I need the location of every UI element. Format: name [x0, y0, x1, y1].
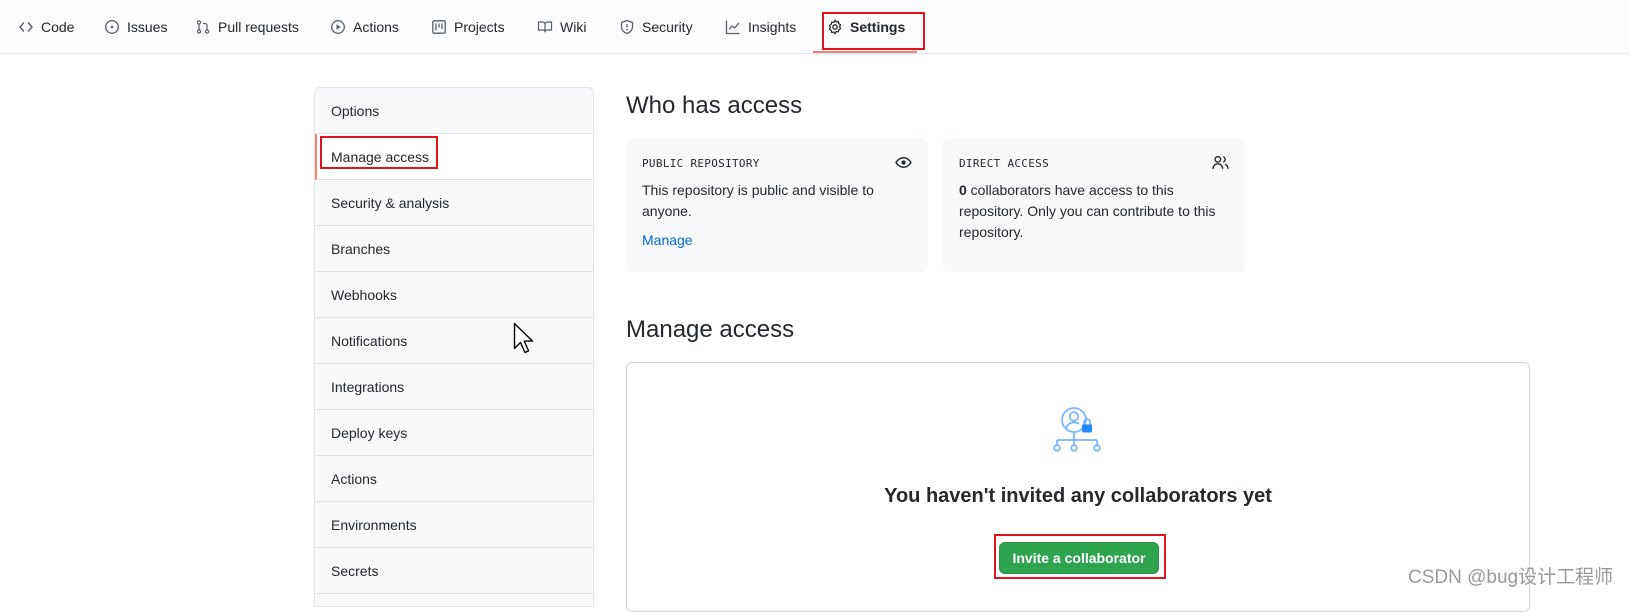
card-text-body: collaborators have access to this reposi…	[959, 182, 1216, 240]
tab-settings[interactable]: Settings	[827, 0, 905, 54]
tab-label: Issues	[127, 19, 168, 35]
card-header: PUBLIC REPOSITORY	[642, 157, 760, 170]
collaborator-count: 0	[959, 182, 967, 198]
tab-label: Actions	[353, 19, 399, 35]
code-icon	[19, 22, 33, 32]
menu-item-actions[interactable]: Actions	[315, 456, 593, 502]
invite-collaborator-button[interactable]: Invite a collaborator	[999, 542, 1159, 574]
menu-item-deploy-keys[interactable]: Deploy keys	[315, 410, 593, 456]
manage-access-heading: Manage access	[626, 316, 795, 343]
settings-menu: Options Manage access Security & analysi…	[314, 87, 594, 607]
book-icon	[537, 21, 553, 33]
card-header: DIRECT ACCESS	[959, 157, 1049, 170]
tab-issues[interactable]: Issues	[104, 0, 167, 54]
gear-icon	[828, 19, 842, 35]
menu-item-branches[interactable]: Branches	[315, 226, 593, 272]
selected-tab-underline	[813, 51, 917, 53]
menu-item-notifications[interactable]: Notifications	[315, 318, 593, 364]
menu-item-webhooks[interactable]: Webhooks	[315, 272, 593, 318]
menu-item-options[interactable]: Options	[315, 88, 593, 134]
card-text: 0 collaborators have access to this repo…	[959, 180, 1229, 243]
manage-access-box: You haven't invited any collaborators ye…	[626, 362, 1530, 612]
eye-icon	[895, 156, 912, 169]
tab-insights[interactable]: Insights	[725, 0, 796, 54]
shield-icon	[620, 19, 634, 35]
tab-label: Security	[642, 19, 693, 35]
watermark: CSDN @bug设计工程师	[1408, 567, 1614, 588]
menu-item-security-analysis[interactable]: Security & analysis	[315, 180, 593, 226]
issue-icon	[105, 20, 119, 34]
menu-item-secrets[interactable]: Secrets	[315, 548, 593, 594]
menu-item-environments[interactable]: Environments	[315, 502, 593, 548]
tab-wiki[interactable]: Wiki	[537, 0, 586, 54]
project-icon	[432, 20, 446, 34]
tab-label: Insights	[748, 19, 797, 35]
empty-state-title: You haven't invited any collaborators ye…	[884, 485, 1272, 507]
pull-request-icon	[196, 20, 210, 34]
menu-item-integrations[interactable]: Integrations	[315, 364, 593, 410]
manage-link[interactable]: Manage	[642, 232, 912, 248]
tab-label: Projects	[454, 19, 505, 35]
tab-projects[interactable]: Projects	[431, 0, 505, 54]
collaborator-lock-icon	[1053, 407, 1101, 452]
tab-actions[interactable]: Actions	[330, 0, 399, 54]
graph-icon	[725, 20, 740, 35]
tab-code[interactable]: Code	[18, 0, 74, 54]
people-icon	[1212, 155, 1229, 169]
play-icon	[331, 20, 345, 34]
who-has-access-heading: Who has access	[626, 92, 803, 119]
tab-pull-requests[interactable]: Pull requests	[195, 0, 299, 54]
menu-item-manage-access[interactable]: Manage access	[315, 134, 593, 180]
tab-label: Settings	[850, 19, 906, 35]
tab-label: Wiki	[560, 19, 587, 35]
mouse-cursor-icon	[513, 322, 534, 354]
tab-label: Code	[41, 19, 75, 35]
repo-nav: Code Issues Pull requests Actions Projec…	[0, 0, 1629, 54]
public-repository-card: PUBLIC REPOSITORY This repository is pub…	[626, 139, 928, 272]
direct-access-card: DIRECT ACCESS 0 collaborators have acces…	[943, 139, 1245, 272]
tab-security[interactable]: Security	[619, 0, 693, 54]
tab-label: Pull requests	[218, 19, 299, 35]
card-text: This repository is public and visible to…	[642, 182, 874, 219]
